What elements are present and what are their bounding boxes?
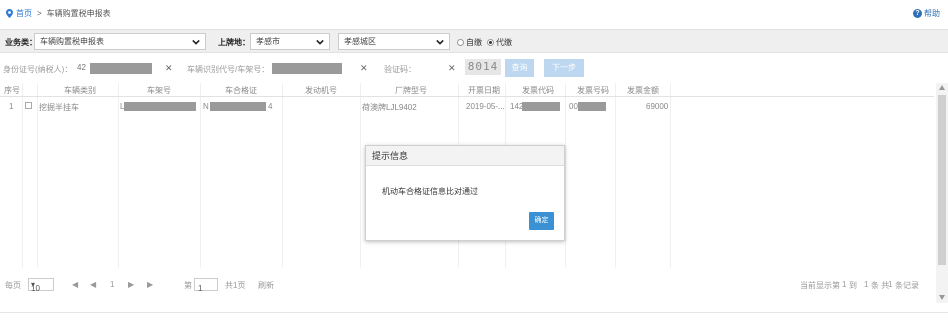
- display-to: 1: [864, 280, 869, 289]
- refresh-button[interactable]: 刷新: [258, 280, 274, 291]
- cell-amount: 69000: [646, 102, 669, 111]
- header-invoice-no[interactable]: 发票号码: [577, 85, 609, 96]
- location-pin-icon: [6, 9, 13, 18]
- redacted-block: [272, 63, 342, 74]
- vertical-scrollbar[interactable]: [936, 83, 948, 303]
- display-total-label: 条 共: [871, 281, 890, 290]
- radio-self-pay-label: 自缴: [466, 38, 482, 47]
- header-index[interactable]: 序号: [4, 85, 20, 96]
- radio-agent-pay[interactable]: 代缴: [487, 37, 512, 48]
- per-page-value: 10: [31, 284, 40, 293]
- plate-city-select[interactable]: 孝感市: [250, 33, 330, 50]
- header-model[interactable]: 厂牌型号: [395, 85, 427, 96]
- grid-header: 序号 车辆类别 车架号 车合格证 发动机号 厂牌型号 开票日期 发票代码 发票号…: [0, 83, 934, 97]
- info-dialog: 提示信息 机动车合格证信息比对通过 确定: [365, 145, 565, 241]
- redacted-block: [578, 102, 606, 111]
- cell-category: 挖掘半挂车: [39, 103, 79, 112]
- display-to-label: 到: [849, 281, 857, 290]
- cell-cert: N: [203, 102, 209, 111]
- header-cert[interactable]: 车合格证: [225, 85, 257, 96]
- header-engine[interactable]: 发动机号: [305, 85, 337, 96]
- total-pages: 共1页: [225, 281, 246, 290]
- per-page-select[interactable]: 10 ▾: [28, 278, 54, 293]
- row-checkbox[interactable]: [25, 102, 32, 109]
- plate-district-select[interactable]: 孝感城区: [338, 33, 450, 50]
- pager: 每页 10 ▾ ◀ ◀ 1 ▶ ▶ 第 1 共1页 刷新 当前显示第 1 到 1…: [0, 276, 934, 294]
- display-records-label: 条记录: [895, 281, 919, 290]
- help-label: 帮助: [924, 9, 940, 18]
- vin-label: 车辆识别代号/车架号：: [187, 65, 270, 74]
- scroll-up-icon[interactable]: [939, 85, 945, 90]
- next-page-icon[interactable]: ▶: [128, 280, 134, 289]
- radio-agent-pay-dot[interactable]: [487, 39, 494, 46]
- display-info-label: 当前显示第: [800, 281, 840, 290]
- next-step-button[interactable]: 下一步: [544, 59, 584, 77]
- scroll-thumb[interactable]: [938, 95, 946, 265]
- redacted-block: [124, 102, 196, 111]
- cell-date: 2019-05-...: [466, 102, 505, 111]
- breadcrumb-current: 车辆购置税申报表: [46, 9, 111, 18]
- last-page-icon[interactable]: ▶: [147, 280, 153, 289]
- page-label: 第: [184, 281, 192, 290]
- chevron-down-icon: [436, 39, 444, 45]
- redacted-block: [522, 102, 560, 111]
- radio-self-pay-dot[interactable]: [457, 39, 464, 46]
- divider: [0, 312, 948, 313]
- help-link[interactable]: ? 帮助: [913, 8, 940, 19]
- redacted-block: [210, 102, 266, 111]
- filter-bar: 业务类： 车辆购置税申报表 上牌地： 孝感市 孝感城区 自缴 代缴: [0, 29, 948, 53]
- business-type-label: 业务类：: [5, 38, 37, 47]
- question-icon: ?: [913, 9, 922, 18]
- radio-self-pay[interactable]: 自缴: [457, 37, 482, 48]
- plate-district-value: 孝感城区: [344, 37, 376, 46]
- display-total: 1: [888, 280, 893, 289]
- scroll-down-icon[interactable]: [939, 295, 945, 300]
- cell-index: 1: [9, 102, 14, 111]
- breadcrumb-bar: 首页 > 车辆购置税申报表 ? 帮助: [0, 0, 948, 27]
- display-from: 1: [842, 280, 847, 289]
- plate-city-value: 孝感市: [256, 37, 280, 46]
- breadcrumb-separator: >: [37, 9, 42, 18]
- radio-agent-pay-label: 代缴: [496, 38, 512, 47]
- cell-model: 荷澳牌LJL9402: [362, 103, 417, 112]
- clear-id-icon[interactable]: ✕: [165, 63, 173, 74]
- page-number[interactable]: 1: [110, 280, 114, 289]
- breadcrumb-home-link[interactable]: 首页: [16, 8, 32, 19]
- id-number-label: 身份证号(纳税人)：: [3, 65, 73, 74]
- dialog-message: 机动车合格证信息比对通过: [382, 187, 478, 196]
- header-amount[interactable]: 发票金额: [627, 85, 659, 96]
- captcha-image[interactable]: 8014: [465, 59, 501, 75]
- clear-vin-icon[interactable]: ✕: [360, 63, 368, 74]
- chevron-down-icon: [192, 39, 200, 45]
- redacted-block: [90, 63, 152, 74]
- business-type-value: 车辆购置税申报表: [40, 37, 104, 46]
- dialog-ok-button[interactable]: 确定: [529, 212, 554, 230]
- chevron-down-icon: [316, 39, 324, 45]
- id-number-value: 42: [77, 63, 86, 72]
- prev-page-icon[interactable]: ◀: [90, 280, 96, 289]
- per-page-label: 每页: [5, 281, 21, 290]
- header-invoice-code[interactable]: 发票代码: [522, 85, 554, 96]
- verify-code-label: 验证码：: [384, 65, 416, 74]
- plate-place-label: 上牌地：: [218, 38, 250, 47]
- header-vin[interactable]: 车架号: [147, 85, 171, 96]
- dialog-title: 提示信息: [366, 146, 564, 166]
- query-button[interactable]: 查询: [505, 59, 534, 77]
- verify-code-input[interactable]: [414, 61, 442, 75]
- business-type-select[interactable]: 车辆购置税申报表: [34, 33, 206, 50]
- cell-cert-tail: 4: [268, 102, 273, 111]
- cell-invoice-no: 00: [569, 102, 578, 111]
- page-input[interactable]: 1: [194, 278, 218, 293]
- page-input-value: 1: [198, 284, 203, 293]
- header-category[interactable]: 车辆类别: [64, 85, 96, 96]
- clear-verify-icon[interactable]: ✕: [448, 63, 456, 74]
- header-date[interactable]: 开票日期: [468, 85, 500, 96]
- first-page-icon[interactable]: ◀: [72, 280, 78, 289]
